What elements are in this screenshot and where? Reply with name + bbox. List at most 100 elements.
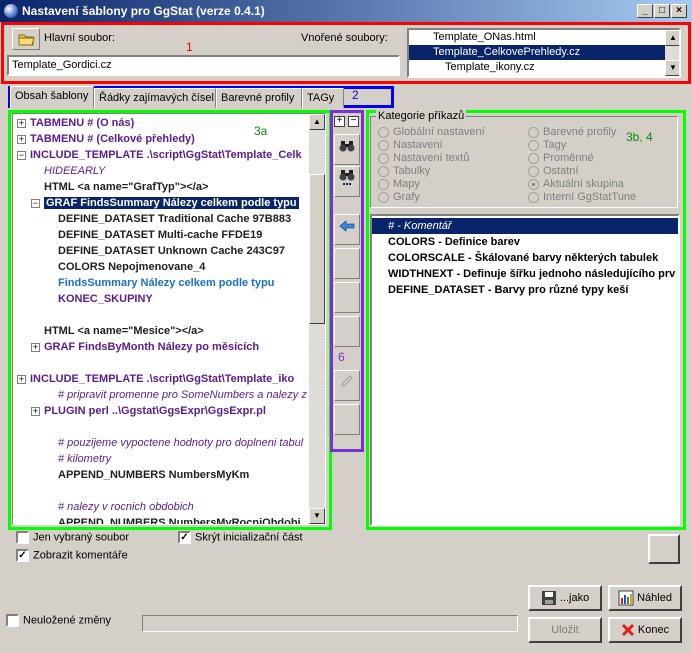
tree-node[interactable]: DEFINE_DATASET Multi-cache FFDE19: [17, 227, 307, 243]
tab-obsah-sablony[interactable]: Obsah šablony: [10, 86, 94, 108]
only-selected-file-option[interactable]: Jen vybraný soubor: [16, 531, 129, 544]
collapse-all-button[interactable]: −: [348, 116, 359, 127]
hide-init-option[interactable]: ✓ Skrýt inicializační část: [178, 531, 303, 544]
nested-list-scrollbar[interactable]: ▲ ▼: [665, 30, 679, 76]
tree-node[interactable]: + GRAF FindsByMonth Nálezy po měsících: [17, 339, 307, 355]
tree-node[interactable]: COLORS Nepojmenovane_4: [17, 259, 307, 275]
tree-node[interactable]: HTML <a name="GrafTyp"></a>: [17, 179, 307, 195]
tree-node[interactable]: # kilometry: [17, 451, 307, 467]
category-radio[interactable]: Mapy: [378, 178, 485, 191]
scroll-down-button[interactable]: ▼: [309, 508, 325, 524]
hide-init-checkbox[interactable]: ✓: [178, 531, 191, 544]
collapse-icon[interactable]: −: [17, 150, 26, 160]
tree-node[interactable]: HIDEEARLY: [17, 163, 307, 179]
tree-node[interactable]: # nalezy v rocnich obdobich: [17, 499, 307, 515]
tree-node[interactable]: KONEC_SKUPINY: [17, 291, 307, 307]
expand-icon[interactable]: +: [17, 374, 26, 384]
tab-radky-cisel[interactable]: Řádky zajímavých čísel: [94, 88, 216, 108]
radio-button[interactable]: [528, 165, 539, 177]
find-next-button[interactable]: [334, 166, 360, 197]
expand-icon[interactable]: +: [31, 406, 40, 416]
category-radio[interactable]: Ostatní: [528, 165, 636, 178]
command-item[interactable]: WIDTHNEXT - Definuje šířku jednoho násle…: [372, 266, 678, 282]
category-radio[interactable]: Proměnné: [528, 152, 636, 165]
category-radio[interactable]: Tagy: [528, 139, 636, 152]
tree-node[interactable]: APPEND_NUMBERS NumbersMyRocniObdobi: [17, 515, 307, 524]
command-item[interactable]: DEFINE_DATASET - Barvy pro různé typy ke…: [372, 282, 678, 298]
radio-button[interactable]: [378, 126, 389, 138]
list-item[interactable]: Template_ikony.cz: [409, 60, 679, 75]
category-radio[interactable]: Nastavení: [378, 139, 485, 152]
main-file-input[interactable]: Template_Gordici.cz: [7, 55, 400, 76]
save-as-button[interactable]: ...jako: [528, 585, 602, 611]
show-comments-option[interactable]: ✓ Zobrazit komentáře: [16, 549, 128, 562]
category-radio[interactable]: Globální nastavení: [378, 126, 485, 139]
tree-node[interactable]: [17, 483, 307, 499]
tree-node[interactable]: # pouzijeme vypoctene hodnoty pro doplne…: [17, 435, 307, 451]
radio-button[interactable]: [378, 139, 389, 151]
collapse-icon[interactable]: −: [31, 198, 40, 208]
edit-button[interactable]: [334, 370, 360, 401]
template-tree[interactable]: + TABMENU # (O nás) + TABMENU # (Celkové př…: [12, 113, 326, 525]
nested-files-list[interactable]: Template_ONas.html Template_CelkovePrehl…: [407, 28, 681, 78]
toolbar-button-empty-3[interactable]: [334, 316, 360, 347]
category-radio[interactable]: Nastavení textů: [378, 152, 485, 165]
tree-node[interactable]: FindsSummary Nálezy celkem podle typu: [17, 275, 307, 291]
tree-node[interactable]: APPEND_NUMBERS NumbersMyKm: [17, 467, 307, 483]
expand-icon[interactable]: +: [17, 118, 26, 128]
tab-tagy[interactable]: TAGy: [302, 88, 344, 108]
expand-all-button[interactable]: +: [334, 116, 345, 127]
tree-node[interactable]: [17, 419, 307, 435]
tab-barevne-profily[interactable]: Barevné profily: [216, 88, 302, 108]
scroll-up-button[interactable]: ▲: [665, 30, 679, 46]
tree-node[interactable]: − GRAF FindsSummary Nálezy celkem podle t…: [17, 195, 307, 211]
category-radio[interactable]: Interní GgStatTune: [528, 191, 636, 204]
find-button[interactable]: [334, 134, 360, 165]
tree-node[interactable]: + INCLUDE_TEMPLATE .\script\GgStat\Templa…: [17, 371, 307, 387]
radio-button[interactable]: [378, 191, 389, 203]
insert-command-button[interactable]: [334, 214, 360, 245]
save-button[interactable]: Uložit: [528, 617, 602, 643]
minimize-button[interactable]: _: [637, 4, 653, 18]
preview-button[interactable]: Náhled: [608, 585, 682, 611]
expand-icon[interactable]: +: [17, 134, 26, 144]
toolbar-button-empty-4[interactable]: [334, 404, 360, 435]
scroll-thumb[interactable]: [309, 174, 325, 324]
toolbar-button-empty-1[interactable]: [334, 248, 360, 279]
toolbar-button-empty-2[interactable]: [334, 282, 360, 313]
scroll-up-button[interactable]: ▲: [309, 114, 325, 130]
radio-button[interactable]: [378, 152, 389, 164]
tree-node[interactable]: [17, 307, 307, 323]
category-radio[interactable]: Aktuální skupina: [528, 178, 636, 191]
only-selected-file-checkbox[interactable]: [16, 531, 29, 544]
commands-list[interactable]: # - Komentář COLORS - Definice barev COLOR…: [370, 214, 680, 526]
category-radio[interactable]: Grafy: [378, 191, 485, 204]
list-item[interactable]: Template_CelkovePrehledy.cz: [409, 45, 679, 60]
tree-node[interactable]: DEFINE_DATASET Traditional Cache 97B883: [17, 211, 307, 227]
tree-node[interactable]: # pripravit promenne pro SomeNumbers a n…: [17, 387, 307, 403]
command-item[interactable]: COLORSCALE - Škálované barvy některých t…: [372, 250, 678, 266]
radio-button[interactable]: [528, 139, 539, 151]
command-item[interactable]: COLORS - Definice barev: [372, 234, 678, 250]
radio-button[interactable]: [378, 178, 389, 190]
radio-button[interactable]: [528, 178, 539, 190]
list-item[interactable]: Template_ONas.html: [409, 30, 679, 45]
scroll-down-button[interactable]: ▼: [665, 60, 679, 76]
tree-scrollbar[interactable]: ▲ ▼: [309, 114, 325, 524]
close-window-button[interactable]: ×: [671, 4, 687, 18]
tree-node[interactable]: DEFINE_DATASET Unknown Cache 243C97: [17, 243, 307, 259]
expand-icon[interactable]: +: [31, 342, 40, 352]
radio-button[interactable]: [528, 152, 539, 164]
radio-button[interactable]: [378, 165, 389, 177]
tree-node[interactable]: HTML <a name="Mesice"></a>: [17, 323, 307, 339]
command-item[interactable]: # - Komentář: [372, 218, 678, 234]
tree-node[interactable]: [17, 355, 307, 371]
tree-node[interactable]: + PLUGIN perl ..\Ggstat\GgsExpr\GgsExpr.p…: [17, 403, 307, 419]
extra-button[interactable]: [648, 534, 680, 564]
radio-button[interactable]: [528, 191, 539, 203]
tree-node[interactable]: − INCLUDE_TEMPLATE .\script\GgStat\Templa…: [17, 147, 307, 163]
category-radio[interactable]: Barevné profily: [528, 126, 636, 139]
radio-button[interactable]: [528, 126, 539, 138]
close-button[interactable]: Konec: [608, 617, 682, 643]
open-file-button[interactable]: [12, 28, 40, 50]
